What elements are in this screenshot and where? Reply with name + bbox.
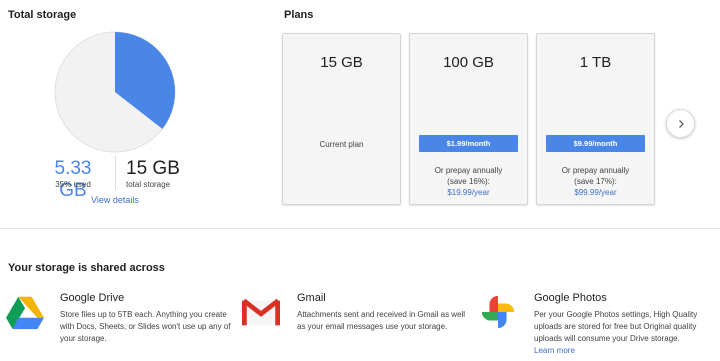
learn-more-link[interactable]: Learn more xyxy=(534,345,712,357)
plans-title: Plans xyxy=(284,9,314,21)
plan-card-100gb[interactable]: 100 GB $1.99/month Or prepay annually (s… xyxy=(409,33,528,205)
annual-price-link[interactable]: $19.99/year xyxy=(410,187,527,198)
used-percent-label: 35% used xyxy=(55,180,91,189)
prepay-annual-text: Or prepay annually (save 17%): $99.99/ye… xyxy=(537,165,654,198)
chevron-right-icon xyxy=(678,119,684,128)
prepay-line-1: Or prepay annually xyxy=(561,166,630,175)
service-name-gmail: Gmail xyxy=(297,292,326,304)
current-plan-label: Current plan xyxy=(319,140,364,149)
shared-across-title: Your storage is shared across xyxy=(8,262,165,274)
monthly-price-button[interactable]: $1.99/month xyxy=(419,135,518,152)
google-photos-description: Per your Google Photos settings, High Qu… xyxy=(534,310,698,343)
total-storage-value: 15 GB xyxy=(126,158,180,179)
storage-usage-pie xyxy=(54,31,176,153)
service-desc-google-drive: Store files up to 5TB each. Anything you… xyxy=(60,310,231,343)
plan-size: 100 GB xyxy=(443,54,494,71)
next-plans-button[interactable] xyxy=(666,109,695,138)
annual-price-link[interactable]: $99.99/year xyxy=(537,187,654,198)
google-drive-icon xyxy=(6,296,44,330)
gmail-icon xyxy=(242,298,280,326)
total-storage-title: Total storage xyxy=(8,9,77,21)
storage-divider xyxy=(115,156,116,190)
prepay-annual-text: Or prepay annually (save 16%): $19.99/ye… xyxy=(410,165,527,198)
google-photos-icon xyxy=(481,295,515,329)
service-desc-google-photos: Per your Google Photos settings, High Qu… xyxy=(534,309,712,357)
view-details-link[interactable]: View details xyxy=(70,195,160,205)
total-storage-label: total storage xyxy=(126,180,171,189)
monthly-price-button[interactable]: $9.99/month xyxy=(546,135,645,152)
prepay-line-1: Or prepay annually xyxy=(434,166,503,175)
prepay-line-2: (save 16%): xyxy=(447,177,490,186)
plan-card-1tb[interactable]: 1 TB $9.99/month Or prepay annually (sav… xyxy=(536,33,655,205)
plan-size: 1 TB xyxy=(579,54,612,71)
plan-size: 15 GB xyxy=(320,54,363,71)
plan-card-15gb[interactable]: 15 GB Current plan xyxy=(282,33,401,205)
service-name-google-drive: Google Drive xyxy=(60,292,125,304)
service-name-google-photos: Google Photos xyxy=(534,292,607,304)
section-divider xyxy=(0,228,720,229)
prepay-line-2: (save 17%): xyxy=(574,177,617,186)
service-desc-gmail: Attachments sent and received in Gmail a… xyxy=(297,310,466,331)
